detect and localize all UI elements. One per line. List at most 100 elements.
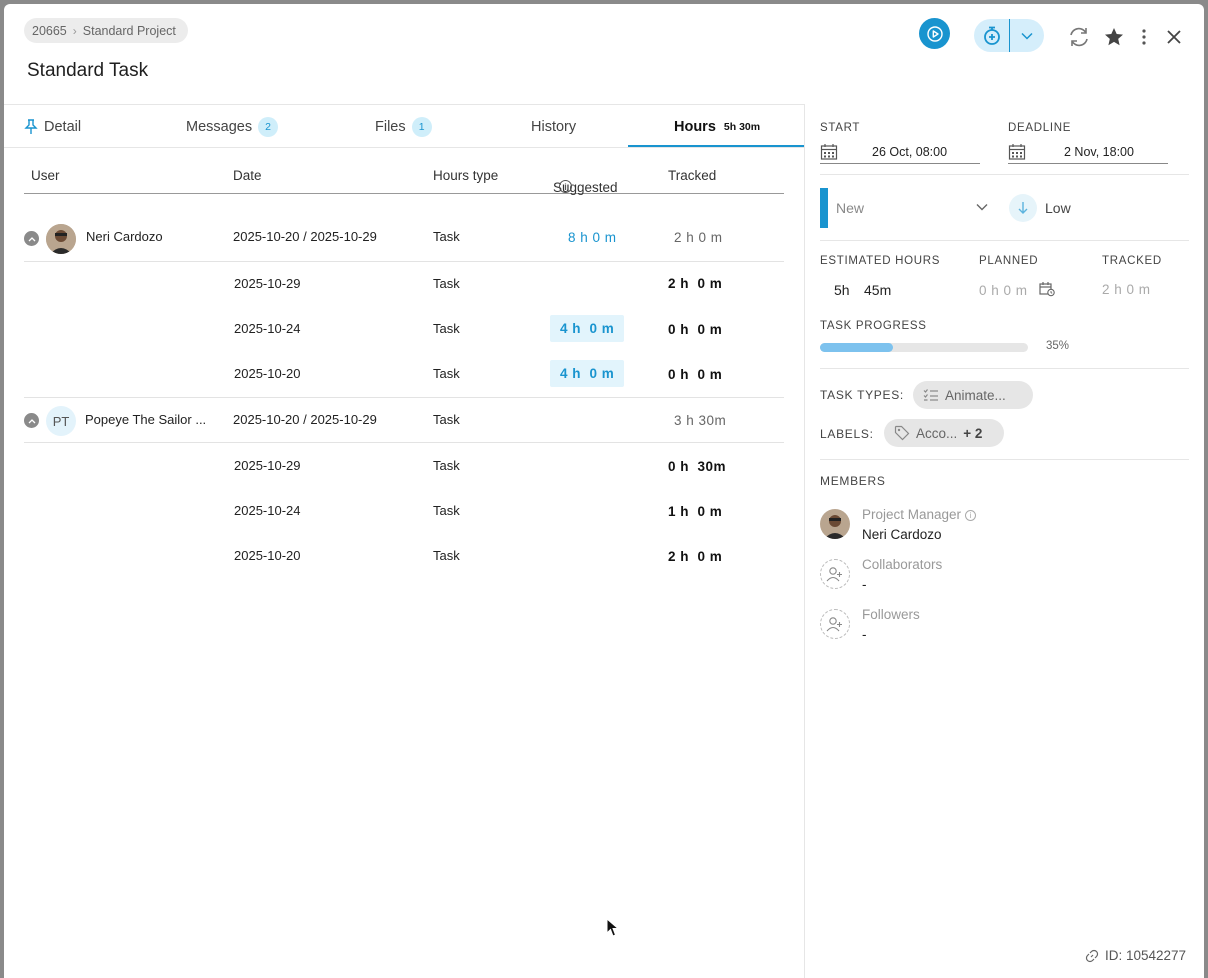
refresh-button[interactable] xyxy=(1066,24,1092,50)
task-modal: 20665 › Standard Project Standard Task D… xyxy=(4,4,1204,978)
status-select[interactable]: New xyxy=(836,200,992,216)
start-label: START xyxy=(820,122,861,134)
start-date-field[interactable]: 26 Oct, 08:00 xyxy=(820,140,980,164)
row-date: 2025-10-29 xyxy=(234,276,301,291)
row-type: Task xyxy=(433,458,460,473)
estimated-hours-h[interactable]: 5h xyxy=(834,282,850,298)
breadcrumb-project[interactable]: Standard Project xyxy=(83,24,176,38)
user-photo-icon xyxy=(820,509,850,539)
tab-files[interactable]: Files 1 xyxy=(375,105,432,148)
time-dropdown-button[interactable] xyxy=(1010,19,1043,52)
row-date: 2025-10-20 xyxy=(234,366,301,381)
messages-count-badge: 2 xyxy=(258,116,279,137)
tab-messages[interactable]: Messages 2 xyxy=(186,105,279,148)
tab-history[interactable]: History xyxy=(531,105,576,148)
label-more: + 2 xyxy=(963,425,983,441)
calendar-icon xyxy=(820,143,838,160)
priority-value[interactable]: Low xyxy=(1045,200,1071,216)
arrow-down-icon xyxy=(1018,202,1028,214)
table-row[interactable]: PT Popeye The Sailor ... 2025-10-20 / 20… xyxy=(24,398,784,443)
tab-detail[interactable]: Detail xyxy=(24,105,81,148)
chevron-down-icon xyxy=(976,204,988,211)
status-color-bar xyxy=(820,188,828,228)
play-icon xyxy=(926,25,943,42)
table-row: 2025-10-24 Task 4 h 0 m 0 h 0 m xyxy=(24,307,784,352)
row-tracked[interactable]: 0 h 30m xyxy=(668,459,726,474)
task-types-label: TASK TYPES: xyxy=(820,388,904,402)
more-options-button[interactable] xyxy=(1131,24,1157,50)
chevron-down-icon xyxy=(1020,32,1033,40)
close-button[interactable] xyxy=(1161,24,1187,50)
close-icon xyxy=(1167,30,1181,44)
tracked-value: 2 h 0 m xyxy=(1102,282,1151,297)
info-icon[interactable]: i xyxy=(964,509,976,521)
more-vertical-icon xyxy=(1142,29,1146,45)
row-type: Task xyxy=(433,548,460,563)
row-tracked[interactable]: 0 h 0 m xyxy=(668,367,722,382)
add-time-button[interactable] xyxy=(974,19,1010,52)
row-type: Task xyxy=(433,321,460,336)
priority-button[interactable] xyxy=(1009,194,1037,222)
add-follower-button[interactable] xyxy=(820,609,850,639)
avatar[interactable] xyxy=(820,509,850,539)
followers-value: - xyxy=(862,627,867,642)
deadline-label: DEADLINE xyxy=(1008,122,1072,134)
user-name: Popeye The Sailor ... xyxy=(85,412,207,427)
avatar: PT xyxy=(46,406,76,436)
task-id[interactable]: ID: 10542277 xyxy=(1085,948,1186,963)
list-check-icon xyxy=(923,389,938,401)
col-user: User xyxy=(31,168,60,183)
breadcrumb[interactable]: 20665 › Standard Project xyxy=(24,18,188,43)
date-range: 2025-10-20 / 2025-10-29 xyxy=(233,229,377,244)
start-timer-button[interactable] xyxy=(919,18,950,49)
estimated-hours-m[interactable]: 45m xyxy=(864,282,891,298)
tag-icon xyxy=(894,425,910,441)
col-hours-type: Hours type xyxy=(433,168,499,183)
row-suggested[interactable]: 4 h 0 m xyxy=(550,360,625,387)
row-tracked[interactable]: 2 h 0 m xyxy=(668,276,722,291)
row-tracked[interactable]: 1 h 0 m xyxy=(668,504,722,519)
mouse-cursor-icon xyxy=(606,918,620,937)
deadline-date-value: 2 Nov, 18:00 xyxy=(1064,144,1134,159)
tracked-label: TRACKED xyxy=(1102,255,1162,267)
hours-table-header: User Date Hours type Suggested i Tracked xyxy=(24,156,784,195)
stopwatch-plus-icon xyxy=(983,26,1000,45)
task-type-chip[interactable]: Animate... xyxy=(913,381,1033,409)
table-row: 2025-10-24 Task 1 h 0 m xyxy=(24,489,784,534)
table-row[interactable]: Neri Cardozo 2025-10-20 / 2025-10-29 Tas… xyxy=(24,216,784,262)
refresh-icon xyxy=(1070,27,1088,47)
row-tracked[interactable]: 2 h 0 m xyxy=(668,549,722,564)
row-date: 2025-10-20 xyxy=(234,548,301,563)
stopwatch-group xyxy=(974,19,1044,52)
collapse-toggle[interactable] xyxy=(24,413,39,428)
add-collaborator-button[interactable] xyxy=(820,559,850,589)
divider xyxy=(820,174,1189,175)
deadline-date-field[interactable]: 2 Nov, 18:00 xyxy=(1008,140,1168,164)
row-type: Task xyxy=(433,276,460,291)
collapse-toggle[interactable] xyxy=(24,231,39,246)
pin-icon xyxy=(24,118,38,134)
table-row: 2025-10-29 Task 2 h 0 m xyxy=(24,262,784,307)
status-value: New xyxy=(836,200,865,216)
row-tracked[interactable]: 0 h 0 m xyxy=(668,322,722,337)
info-icon[interactable]: i xyxy=(559,180,572,193)
breadcrumb-id[interactable]: 20665 xyxy=(32,24,67,38)
project-manager-role: Project Manager i xyxy=(862,507,976,522)
labels-label: LABELS: xyxy=(820,427,874,441)
row-date: 2025-10-29 xyxy=(234,458,301,473)
tab-hours[interactable]: Hours 5h 30m xyxy=(674,105,760,148)
favorite-button[interactable] xyxy=(1101,24,1127,50)
row-type: Task xyxy=(433,503,460,518)
label-value: Acco... xyxy=(916,425,958,441)
project-manager-name: Neri Cardozo xyxy=(862,527,942,542)
date-range: 2025-10-20 / 2025-10-29 xyxy=(233,412,377,427)
row-date: 2025-10-24 xyxy=(234,503,301,518)
active-tab-indicator xyxy=(628,145,804,147)
user-plus-icon xyxy=(826,617,842,632)
members-label: MEMBERS xyxy=(820,474,886,488)
task-progress-label: TASK PROGRESS xyxy=(820,320,927,332)
suggested-total[interactable]: 8 h 0 m xyxy=(568,230,617,245)
labels-chip[interactable]: Acco... + 2 xyxy=(884,419,1004,447)
task-progress-fill xyxy=(820,343,893,352)
row-suggested[interactable]: 4 h 0 m xyxy=(550,315,625,342)
